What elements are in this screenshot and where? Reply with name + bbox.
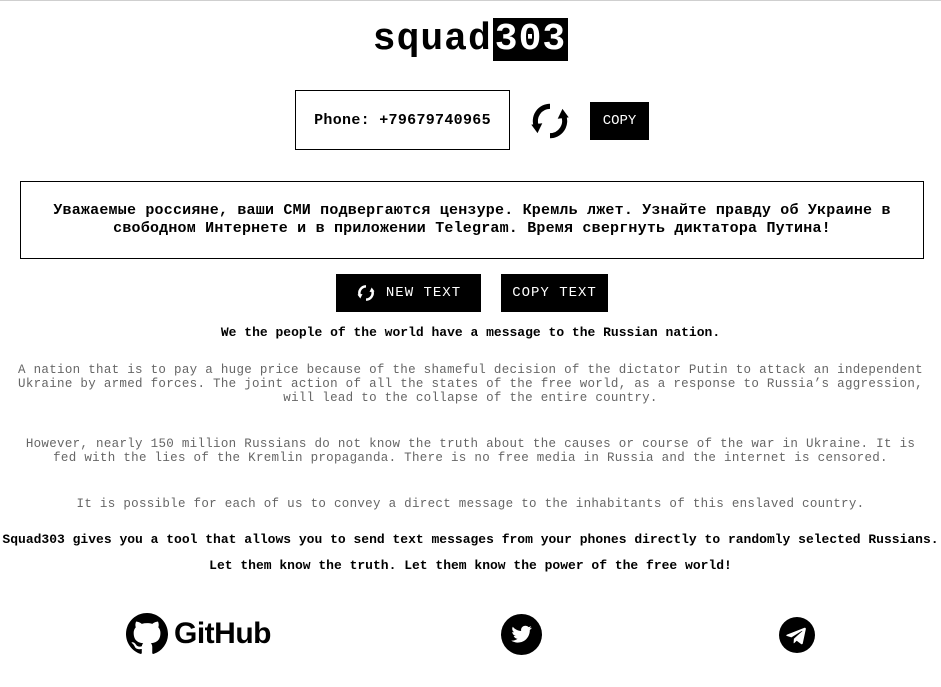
github-link[interactable]: GitHub [126, 613, 271, 655]
message-text: Уважаемые россияне, ваши СМИ подвергаютс… [20, 181, 924, 259]
telegram-icon[interactable] [779, 617, 815, 653]
refresh-icon[interactable] [528, 99, 572, 143]
logo-word: squad [372, 18, 492, 61]
github-icon [126, 613, 168, 654]
phone-row: Phone: +79679740965 COPY [0, 90, 941, 151]
paragraph: It is possible for each of us to convey … [76, 497, 865, 511]
twitter-icon[interactable] [501, 614, 542, 655]
call-to-action: Let them know the truth. Let them know t… [209, 558, 732, 573]
text-actions: NEW TEXT COPY TEXT [0, 274, 941, 312]
new-text-button[interactable]: NEW TEXT [336, 274, 481, 312]
intro-heading: We the people of the world have a messag… [220, 325, 721, 340]
copy-phone-button[interactable]: COPY [590, 102, 649, 140]
refresh-icon [357, 285, 375, 301]
github-wordmark: GitHub [174, 617, 271, 650]
paragraph: However, nearly 150 million Russians do … [25, 437, 916, 465]
logo-number: 303 [492, 18, 569, 61]
new-text-label: NEW TEXT [385, 285, 462, 301]
paragraph: A nation that is to pay a huge price bec… [18, 363, 923, 405]
tool-description: Squad303 gives you a tool that allows yo… [2, 532, 939, 547]
site-logo: squad303 [0, 18, 941, 61]
phone-label: Phone: [314, 111, 370, 129]
social-links: GitHub [0, 613, 941, 659]
phone-number: +79679740965 [379, 111, 491, 129]
phone-display: Phone: +79679740965 [295, 90, 510, 150]
copy-text-button[interactable]: COPY TEXT [501, 274, 608, 312]
